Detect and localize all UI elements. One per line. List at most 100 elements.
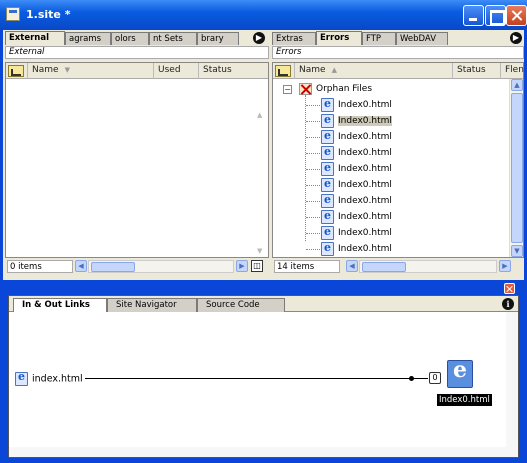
info-icon[interactable]: i [502,298,514,310]
html-file-icon [321,160,334,176]
right-footer: 14 items ◀ ▶ [272,260,524,274]
tree-branch-line [306,201,320,202]
tree-item-file[interactable]: Index0.html [321,96,392,113]
html-file-icon [321,112,334,128]
html-file-icon [321,144,334,160]
left-hscroll-thumb[interactable] [91,262,135,272]
scroll-right-icon[interactable]: ▶ [499,260,511,272]
link-source-node[interactable]: index.html [15,370,83,386]
right-vscroll-thumb[interactable] [511,93,523,243]
html-file-icon [321,192,334,208]
html-file-icon [321,240,334,256]
folder-up-icon [8,65,24,77]
scroll-up-icon[interactable]: ▲ [511,79,523,91]
link-connector-line [85,378,428,379]
html-file-icon [321,208,334,224]
col-status[interactable]: Status [453,63,501,79]
tree-item-file[interactable]: Index0.html [321,192,392,209]
left-path-field[interactable]: External [5,46,269,59]
scroll-down-arrow-icon[interactable]: ▼ [257,247,262,255]
scroll-right-icon[interactable]: ▶ [236,260,248,272]
link-view-pane: In & Out Links Site Navigator Source Cod… [3,280,524,460]
tree-guide-line [305,95,306,241]
scroll-left-icon[interactable]: ◀ [75,260,87,272]
target-html-file-icon[interactable] [447,357,473,388]
left-hscroll[interactable] [88,260,234,273]
tab-scroll-icon[interactable]: ▶ [253,32,265,44]
link-view-panel: In & Out Links Site Navigator Source Cod… [8,295,519,458]
tree-item-file-selected[interactable]: Index0.html [321,112,392,129]
left-footer: 0 items ◀ ▶ ◫ [5,260,269,274]
left-list[interactable]: Name ▼ Used Status ▲ ▼ [5,62,269,258]
right-list[interactable]: Name▲ Status Flen − Orphan Files Index0.… [272,62,524,258]
right-list-header: Name ▲ Status Flen [273,63,524,79]
right-item-count: 14 items [274,260,340,273]
tree-item-file[interactable]: Index0.html [321,224,392,241]
bottom-tabstrip: In & Out Links Site Navigator Source Cod… [9,296,518,312]
minimize-button[interactable] [463,5,484,26]
tree-branch-line [306,121,320,122]
tab-source-code[interactable]: Source Code [197,298,285,312]
scroll-up-arrow-icon[interactable]: ▲ [257,111,262,119]
tab-library[interactable]: brary [197,32,239,45]
right-path-field[interactable]: Errors [272,46,524,59]
split-view-icon[interactable]: ◫ [251,260,263,272]
tree-branch-line [306,153,320,154]
tree-item-file[interactable]: Index0.html [321,160,392,177]
tree-item-file[interactable]: Index0.html [321,176,392,193]
tree-item-file[interactable]: Index0.html [321,144,392,161]
col-name[interactable]: Name ▼ [28,63,154,79]
tab-webdav[interactable]: WebDAV [396,32,448,45]
link-count-badge[interactable]: 0 [429,372,441,384]
title-bar[interactable]: 1.site * [0,0,527,30]
scroll-down-icon[interactable]: ▼ [511,245,523,257]
html-file-icon [321,176,334,192]
tree-branch-line [306,105,320,106]
header-icon-cell[interactable] [273,63,295,79]
tree-root-orphan-files[interactable]: Orphan Files [299,81,372,97]
tree-item-file[interactable]: Index0.html [321,128,392,145]
tree-branch-line [306,233,320,234]
right-vscroll[interactable]: ▲ ▼ [509,79,523,257]
tab-external[interactable]: External [5,31,65,45]
left-vscroll[interactable]: ▲ ▼ [254,79,268,257]
tab-font-sets[interactable]: nt Sets [149,32,197,45]
pane-close-icon[interactable] [504,283,515,294]
html-file-icon [321,128,334,144]
right-tabstrip: Extras Errors FTP WebDAV ▶ [272,31,524,45]
tab-extras[interactable]: Extras [272,32,316,45]
right-hscroll-thumb[interactable] [362,262,406,272]
html-file-icon [15,370,28,386]
tab-scroll-icon[interactable]: ▶ [510,32,522,44]
site-window-client: External agrams olors nt Sets brary ▶ Ex… [3,30,524,280]
link-view-hscroll[interactable] [9,447,506,457]
tree-item-file[interactable]: Index0.html [321,240,392,257]
col-status[interactable]: Status [199,63,268,79]
maximize-button[interactable] [485,5,506,26]
tab-in-out-links[interactable]: In & Out Links [13,298,107,312]
close-button[interactable] [506,5,527,26]
tab-errors[interactable]: Errors [316,31,362,45]
right-hscroll[interactable] [359,260,497,273]
tab-colors[interactable]: olors [111,32,149,45]
orphan-folder-icon [299,82,312,95]
scroll-left-icon[interactable]: ◀ [346,260,358,272]
sort-arrow-icon: ▲ [331,66,337,74]
col-name[interactable]: Name ▲ [295,63,453,79]
tree-branch-line [306,249,320,250]
tab-ftp[interactable]: FTP [362,32,396,45]
site-file-icon [6,7,20,21]
collapse-toggle-icon[interactable]: − [283,85,292,94]
link-target-label[interactable]: Index0.html [437,394,492,406]
tab-site-navigator[interactable]: Site Navigator [107,298,197,312]
link-view-vscroll[interactable] [506,312,518,457]
window-title: 1.site * [26,8,71,21]
app-window: 1.site * External agrams olors nt Sets b… [0,0,527,463]
col-used[interactable]: Used [154,63,199,79]
left-item-count: 0 items [7,260,73,273]
col-flen[interactable]: Flen [501,63,524,79]
tree-item-file[interactable]: Index0.html [321,208,392,225]
tab-diagrams[interactable]: agrams [65,32,111,45]
left-list-header: Name ▼ Used Status [6,63,268,79]
header-icon-cell[interactable] [6,63,28,79]
